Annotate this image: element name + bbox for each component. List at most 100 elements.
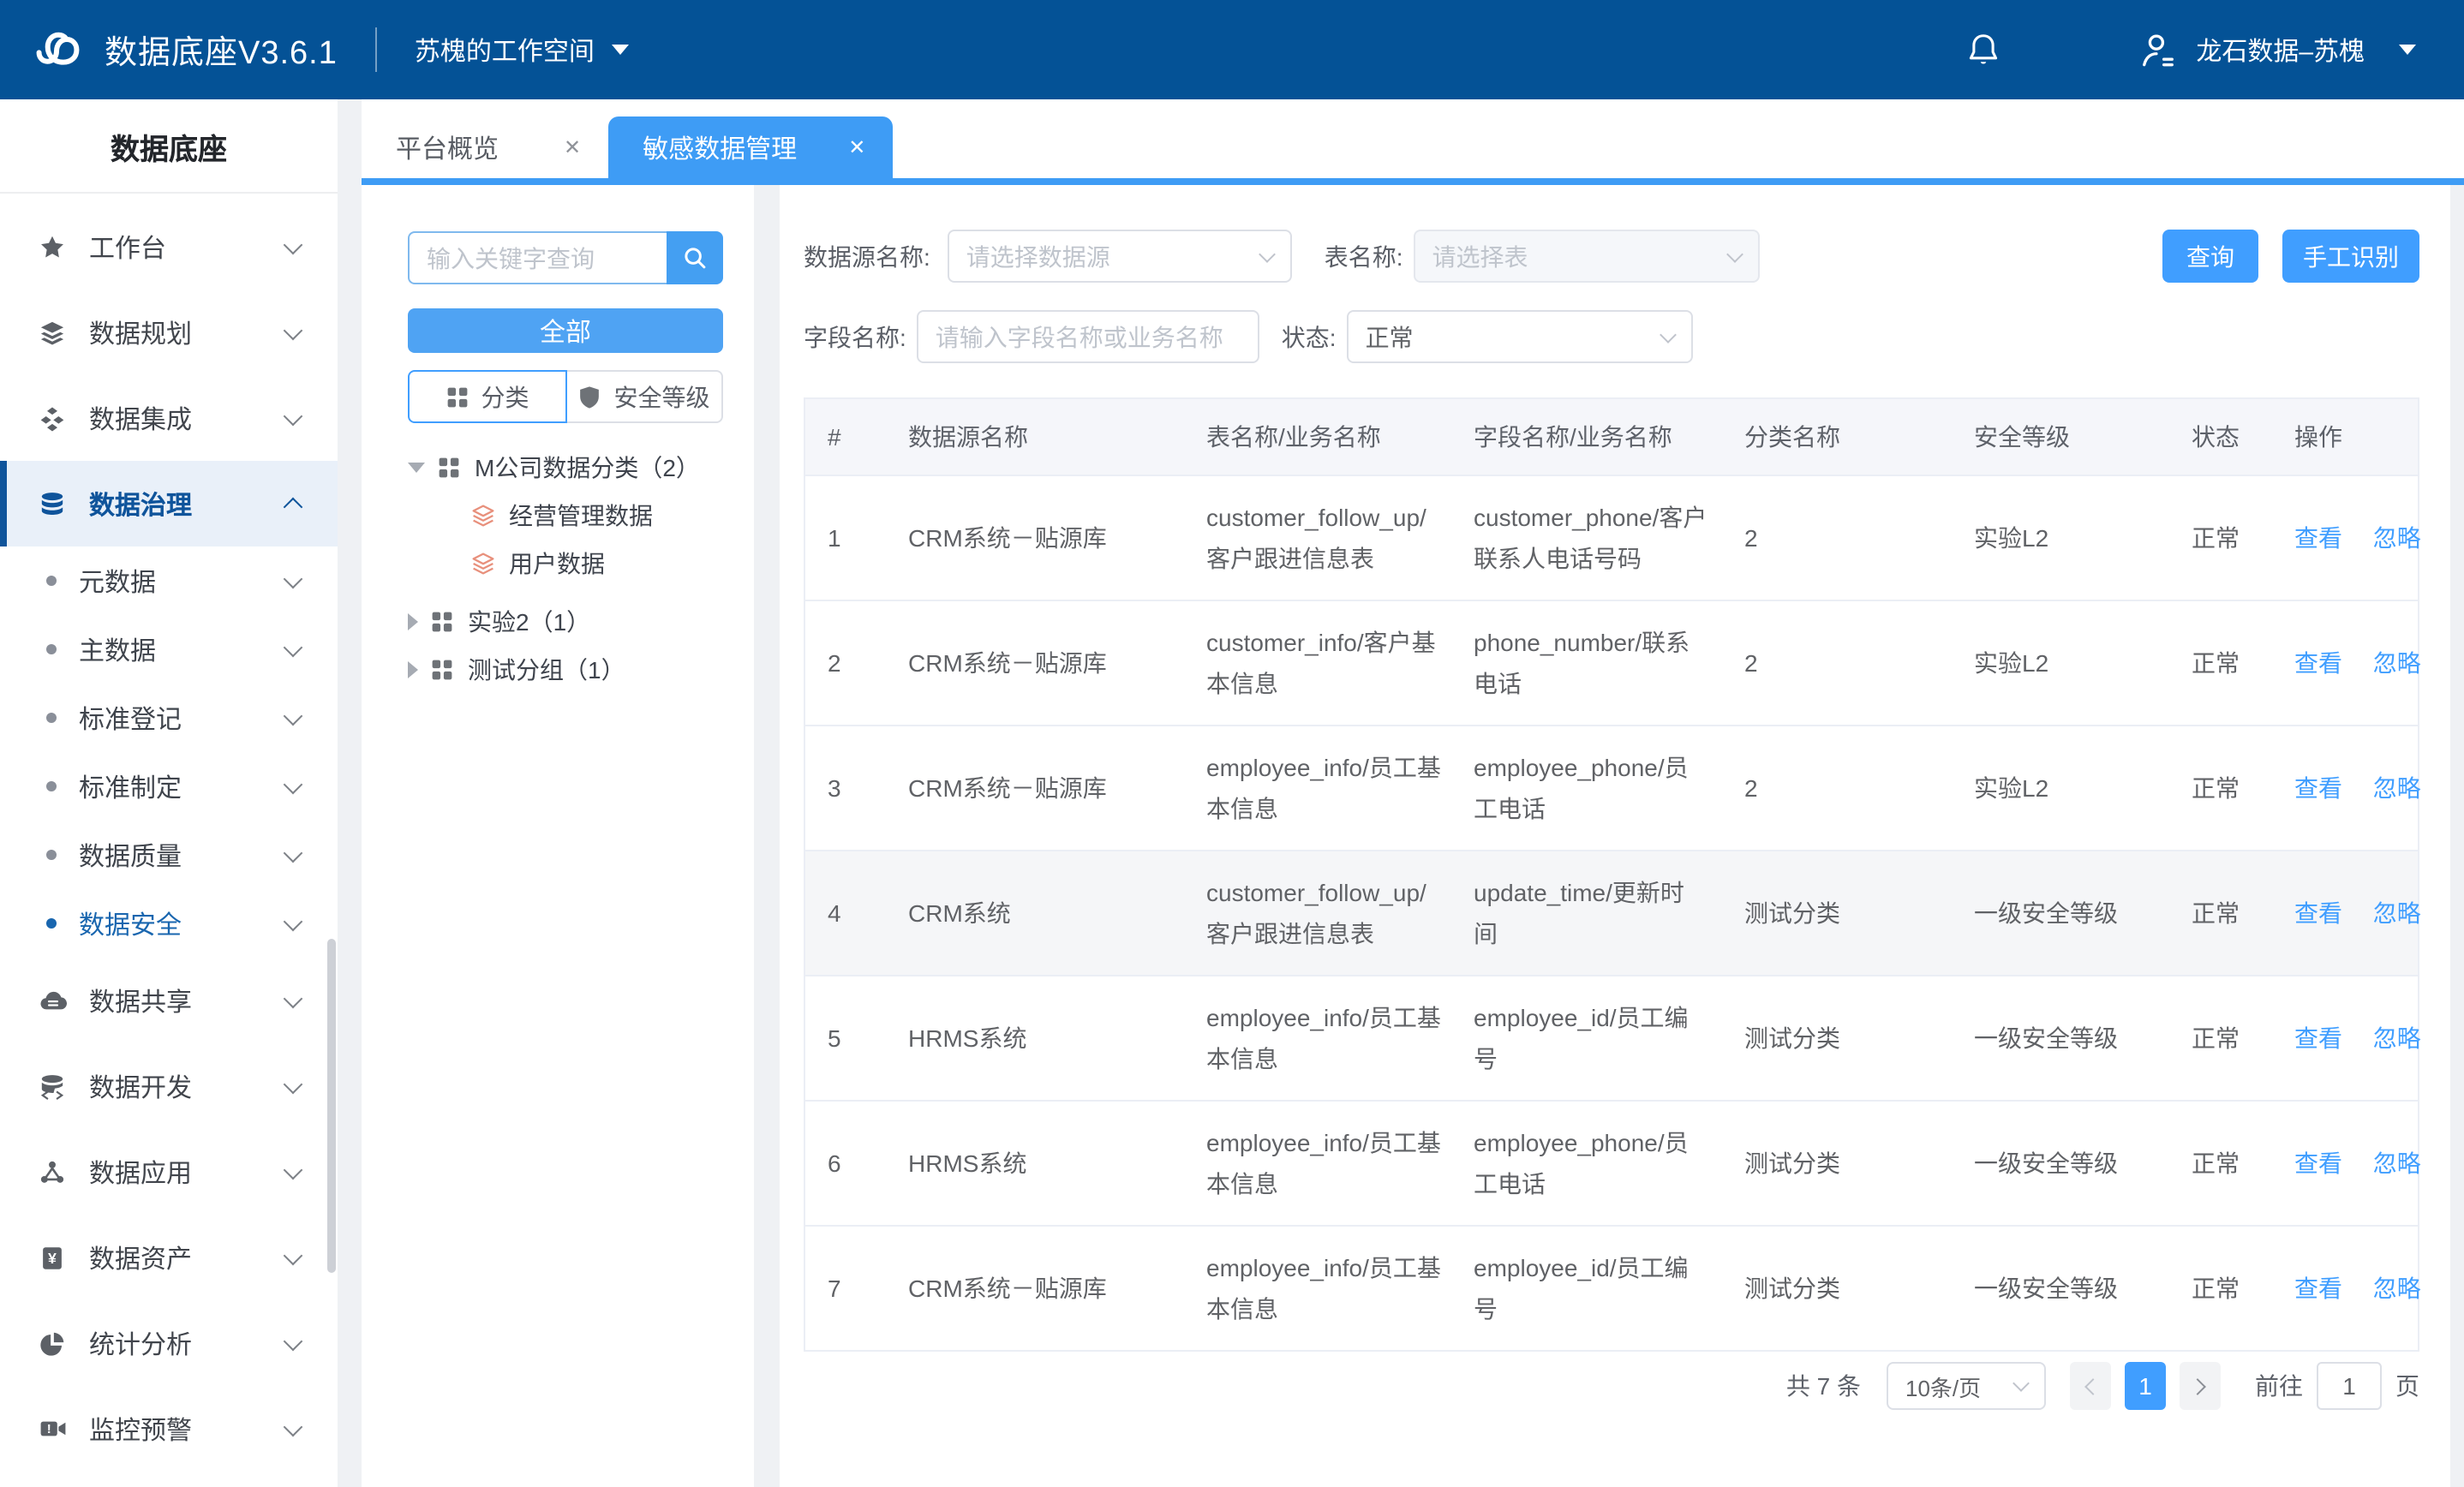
- chevron-up-icon: [284, 498, 303, 517]
- tree-node-m-company[interactable]: M公司数据分类（2）: [408, 444, 723, 492]
- toggle-security-level[interactable]: 安全等级: [566, 370, 723, 423]
- sidebar-item-data-integration[interactable]: 数据集成: [0, 375, 338, 461]
- cell-status: 正常: [2169, 893, 2272, 934]
- chevron-down-icon: [1726, 245, 1743, 262]
- sidebar-item-standard-registration[interactable]: 标准登记: [0, 684, 338, 752]
- sidebar-item-data-sharing[interactable]: 数据共享: [0, 958, 338, 1043]
- cell-field-name: customer_phone/客户 联系人电话号码: [1451, 497, 1722, 579]
- notification-bell-icon[interactable]: [1963, 30, 2002, 69]
- sidebar-item-label: 数据治理: [89, 486, 192, 522]
- view-link[interactable]: 查看: [2294, 899, 2342, 927]
- cell-status: 正常: [2169, 1143, 2272, 1184]
- caret-down-icon: [612, 45, 629, 55]
- shield-icon: [578, 385, 602, 409]
- view-link[interactable]: 查看: [2294, 1024, 2342, 1052]
- right-gap: [2450, 185, 2464, 1487]
- sidebar-item-data-application[interactable]: 数据应用: [0, 1129, 338, 1215]
- ignore-link[interactable]: 忽略: [2373, 649, 2421, 677]
- sidebar-item-data-planning[interactable]: 数据规划: [0, 290, 338, 375]
- tab-sensitive-data-management[interactable]: 敏感数据管理 ✕: [608, 116, 893, 178]
- page-unit-label: 页: [2395, 1369, 2419, 1403]
- pagination-total: 共 7 条: [1786, 1369, 1861, 1403]
- tree-node-business-mgmt-data[interactable]: 经营管理数据: [408, 492, 723, 540]
- toggle-classify[interactable]: 分类: [408, 370, 566, 423]
- sidebar-item-label: 标准登记: [79, 700, 182, 736]
- keyword-search-input[interactable]: [408, 231, 667, 284]
- ignore-link[interactable]: 忽略: [2373, 1275, 2421, 1302]
- tab-platform-overview[interactable]: 平台概览 ✕: [362, 116, 608, 178]
- tree-node-label: 用户数据: [509, 546, 605, 581]
- datasource-select[interactable]: 请选择数据源: [948, 230, 1292, 283]
- close-icon[interactable]: ✕: [848, 135, 865, 159]
- status-select[interactable]: 正常: [1347, 310, 1693, 363]
- goto-page-input[interactable]: [2317, 1362, 2382, 1410]
- chevron-down-icon: [284, 988, 303, 1008]
- all-button[interactable]: 全部: [408, 308, 723, 353]
- topbar-divider: [375, 27, 377, 72]
- cell-status: 正常: [2169, 767, 2272, 809]
- bullet-icon: [46, 850, 57, 860]
- sidebar-item-label: 数据质量: [79, 837, 182, 873]
- sidebar-item-data-development[interactable]: 数据开发: [0, 1043, 338, 1129]
- ignore-link[interactable]: 忽略: [2373, 1150, 2421, 1177]
- workspace-selector[interactable]: 苏槐的工作空间: [415, 32, 629, 68]
- view-link[interactable]: 查看: [2294, 524, 2342, 552]
- cell-index: 1: [805, 517, 886, 558]
- sidebar-item-standard-formulation[interactable]: 标准制定: [0, 752, 338, 821]
- field-name-input[interactable]: [917, 310, 1259, 363]
- app-logo-icon: [31, 24, 82, 75]
- view-link[interactable]: 查看: [2294, 774, 2342, 802]
- manual-identify-button[interactable]: 手工识别: [2282, 230, 2419, 283]
- sidebar-item-monitoring-alert[interactable]: ! 监控预警: [0, 1386, 338, 1472]
- tree-node-test-group[interactable]: 测试分组（1）: [408, 646, 723, 694]
- chevron-down-icon: [284, 1160, 303, 1179]
- sidebar-item-label: 数据资产: [89, 1239, 192, 1275]
- close-icon[interactable]: ✕: [564, 135, 581, 159]
- tree-node-user-data[interactable]: 用户数据: [408, 540, 723, 588]
- table-name-select[interactable]: 请选择表: [1414, 230, 1760, 283]
- sensitive-data-main-panel: 数据源名称: 请选择数据源 表名称: 请选择表 查询: [780, 185, 2450, 1487]
- sidebar-item-label: 工作台: [89, 229, 166, 265]
- page-1-button[interactable]: 1: [2125, 1362, 2166, 1410]
- view-link[interactable]: 查看: [2294, 1275, 2342, 1302]
- sidebar-item-data-assets[interactable]: ¥ 数据资产: [0, 1215, 338, 1300]
- table-row: 1 CRM系统－贴源库 customer_follow_up/ 客户跟进信息表 …: [805, 475, 2418, 600]
- page-size-select[interactable]: 10条/页: [1887, 1362, 2046, 1410]
- col-header-field-name: 字段名称/业务名称: [1451, 420, 1722, 454]
- sidebar-item-data-quality[interactable]: 数据质量: [0, 821, 338, 889]
- pie-chart-icon: [39, 1330, 67, 1356]
- view-link[interactable]: 查看: [2294, 649, 2342, 677]
- prev-page-button[interactable]: [2070, 1362, 2111, 1410]
- sidebar-scrollbar[interactable]: [327, 939, 336, 1273]
- table-row: 2 CRM系统－贴源库 customer_info/客户基 本信息 phone_…: [805, 600, 2418, 725]
- table-row: 6 HRMS系统 employee_info/员工基 本信息 employee_…: [805, 1100, 2418, 1225]
- caret-right-icon: [408, 613, 418, 630]
- user-menu[interactable]: 龙石数据–苏槐: [2136, 28, 2416, 71]
- query-button[interactable]: 查询: [2162, 230, 2258, 283]
- next-page-button[interactable]: [2180, 1362, 2221, 1410]
- classification-tree-panel: 全部 分类 安全等级: [362, 185, 754, 1487]
- cell-classification: 测试分类: [1722, 893, 1952, 934]
- ignore-link[interactable]: 忽略: [2373, 899, 2421, 927]
- cell-datasource: CRM系统－贴源库: [886, 642, 1184, 684]
- view-link[interactable]: 查看: [2294, 1150, 2342, 1177]
- search-button[interactable]: [667, 231, 723, 284]
- ignore-link[interactable]: 忽略: [2373, 1024, 2421, 1052]
- tree-node-experiment2[interactable]: 实验2（1）: [408, 598, 723, 646]
- ignore-link[interactable]: 忽略: [2373, 524, 2421, 552]
- cell-actions: 查看 忽略: [2272, 893, 2421, 934]
- cell-index: 5: [805, 1018, 886, 1059]
- caret-down-icon: [2399, 45, 2416, 55]
- sidebar-item-workbench[interactable]: 工作台: [0, 204, 338, 290]
- ignore-link[interactable]: 忽略: [2373, 774, 2421, 802]
- cell-security-level: 一级安全等级: [1952, 1268, 2169, 1309]
- field-name-label: 字段名称:: [804, 319, 906, 354]
- sidebar-item-metadata[interactable]: 元数据: [0, 546, 338, 615]
- chevron-down-icon: [284, 235, 303, 254]
- sidebar-item-data-security[interactable]: 数据安全: [0, 889, 338, 958]
- sidebar-item-master-data[interactable]: 主数据: [0, 615, 338, 684]
- sidebar-item-statistical-analysis[interactable]: 统计分析: [0, 1300, 338, 1386]
- sidebar-item-data-governance[interactable]: 数据治理: [0, 461, 338, 546]
- cell-classification: 测试分类: [1722, 1143, 1952, 1184]
- sidebar-heading: 数据底座: [0, 99, 338, 192]
